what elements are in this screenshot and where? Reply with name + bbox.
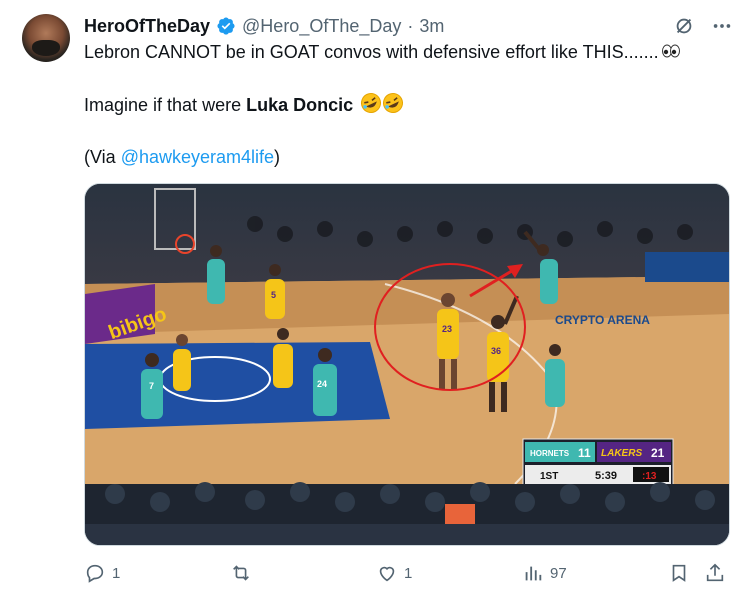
svg-text:11: 11	[578, 446, 591, 460]
tweet-header: HeroOfTheDay @Hero_OfThe_Day · 3m	[84, 14, 444, 38]
more-options-icon[interactable]	[710, 14, 734, 38]
mention-link[interactable]: @hawkeyeram4life	[121, 147, 274, 167]
arena-text: CRYPTO ARENA	[555, 313, 650, 327]
bookmark-button[interactable]	[668, 562, 690, 584]
analytics-icon	[525, 566, 542, 581]
share-button[interactable]	[704, 562, 726, 584]
scoreboard: HORNETS 11 LAKERS 21 1ST 5:39 :13	[522, 438, 674, 488]
views-count: 97	[550, 564, 567, 582]
separator-dot: ·	[407, 15, 414, 36]
grok-icon[interactable]	[672, 14, 696, 38]
views-button[interactable]: 97	[522, 562, 567, 584]
tweet-text-line-2: Imagine if that were Luka Doncic	[84, 92, 404, 117]
display-name[interactable]: HeroOfTheDay	[84, 16, 210, 37]
svg-text:7: 7	[149, 381, 154, 391]
eyes-emoji-icon	[661, 41, 681, 61]
svg-text:1ST: 1ST	[540, 471, 558, 482]
svg-text:23: 23	[442, 324, 452, 334]
heart-icon	[379, 566, 395, 582]
avatar[interactable]	[22, 14, 70, 62]
tweet-media-image[interactable]: bibigo CRYPTO ARENA 23 36 5 7 24 HORNETS…	[84, 183, 730, 546]
tweet-line1: Lebron CANNOT be in GOAT convos with def…	[84, 42, 659, 62]
bookmark-icon	[672, 564, 686, 582]
verified-badge-icon	[216, 16, 236, 36]
top-actions	[672, 14, 734, 38]
retweet-icon	[233, 565, 249, 581]
tweet-text-line-3: (Via @hawkeyeram4life)	[84, 145, 280, 169]
like-button[interactable]: 1	[376, 562, 412, 584]
rofl-emoji-icon	[360, 92, 382, 113]
svg-text:36: 36	[491, 346, 501, 356]
handle[interactable]: @Hero_OfThe_Day	[242, 16, 401, 37]
tweet-line2-prefix: Imagine if that were	[84, 95, 247, 115]
svg-text:21: 21	[651, 446, 665, 460]
reply-count: 1	[112, 564, 121, 582]
rofl-emoji-icon	[382, 92, 404, 113]
svg-text:24: 24	[317, 379, 327, 389]
share-icon	[706, 563, 724, 582]
tweet-line3-suffix: )	[274, 147, 281, 167]
tweet-text-line-1: Lebron CANNOT be in GOAT convos with def…	[84, 40, 681, 64]
like-count: 1	[404, 564, 413, 582]
tweet-actions: 1 1 97	[84, 562, 730, 588]
svg-text::13: :13	[642, 471, 657, 482]
svg-text:LAKERS: LAKERS	[601, 448, 642, 459]
svg-text:HORNETS: HORNETS	[530, 449, 570, 458]
reply-icon	[86, 564, 104, 583]
svg-text:5: 5	[271, 290, 276, 300]
tweet-line2-bold: Luka Doncic	[246, 95, 354, 115]
retweet-button[interactable]	[230, 562, 252, 584]
timestamp[interactable]: 3m	[419, 16, 444, 37]
tweet-line3-prefix: (Via	[84, 147, 121, 167]
svg-text:5:39: 5:39	[595, 470, 617, 482]
reply-button[interactable]: 1	[84, 562, 120, 584]
